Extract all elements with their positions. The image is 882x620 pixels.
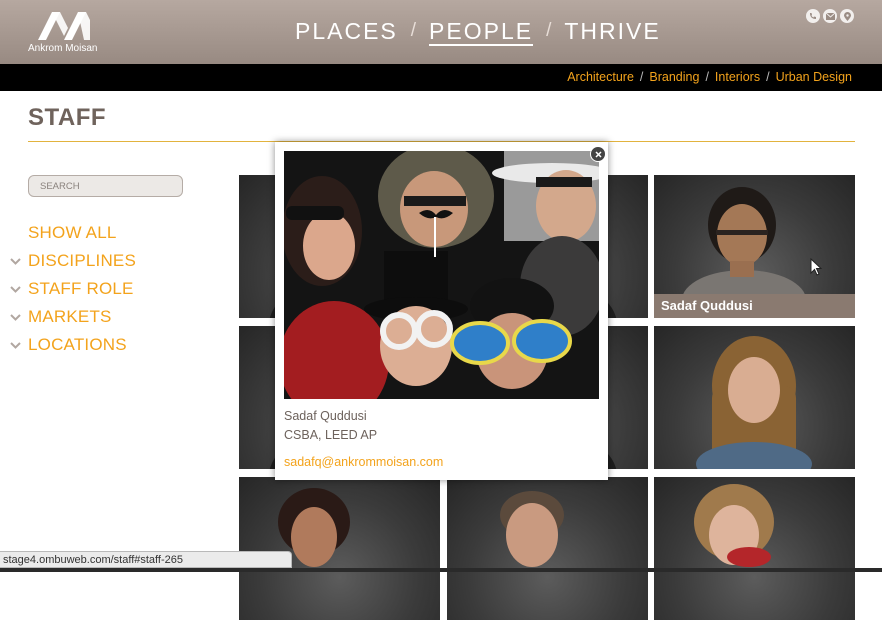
social-links: [806, 9, 854, 23]
filter-label: STAFF ROLE: [28, 279, 134, 298]
discipline-nav: Architecture / Branding / Interiors / Ur…: [0, 64, 882, 91]
staff-tile[interactable]: [447, 477, 648, 620]
nav-separator: /: [546, 20, 552, 41]
mouse-cursor-icon: [810, 258, 823, 276]
phone-icon[interactable]: [806, 9, 820, 23]
staff-photo: [696, 336, 812, 469]
subnav-branding[interactable]: Branding: [649, 70, 699, 84]
nav-places[interactable]: PLACES: [295, 18, 398, 44]
site-header: Ankrom Moisan PLACES / PEOPLE / THRIVE: [0, 0, 882, 64]
filter-label: DISCIPLINES: [28, 251, 137, 270]
search-input[interactable]: [28, 175, 183, 197]
subnav-architecture[interactable]: Architecture: [567, 70, 634, 84]
filter-label: LOCATIONS: [28, 335, 127, 354]
staff-photo: [278, 488, 350, 567]
filter-label: MARKETS: [28, 307, 112, 326]
main-nav: PLACES / PEOPLE / THRIVE: [295, 18, 661, 48]
staff-name-label: Sadaf Quddusi: [654, 294, 855, 318]
subnav-interiors[interactable]: Interiors: [715, 70, 760, 84]
logo-mark-icon: [38, 12, 90, 40]
chevron-down-icon: [10, 285, 28, 293]
filter-markets[interactable]: MARKETS: [10, 303, 136, 331]
staff-tile-sadaf-quddusi[interactable]: Sadaf Quddusi: [654, 175, 855, 318]
window-bottom-edge: [0, 568, 882, 572]
staff-tile[interactable]: [654, 477, 855, 620]
mail-icon[interactable]: [823, 9, 837, 23]
subnav-urban-design[interactable]: Urban Design: [776, 70, 852, 84]
filter-menu: SHOW ALL DISCIPLINES STAFF ROLE MARKETS …: [10, 219, 136, 359]
staff-name: Sadaf Quddusi: [284, 409, 367, 423]
page-title: STAFF: [28, 104, 107, 131]
browser-status-bar: stage4.ombuweb.com/staff#staff-265: [0, 551, 292, 568]
logo-text: Ankrom Moisan: [28, 43, 98, 54]
staff-fun-photo: [284, 151, 599, 399]
staff-email-link[interactable]: sadafq@ankrommoisan.com: [284, 455, 443, 469]
filter-label: SHOW ALL: [28, 223, 117, 242]
filter-disciplines[interactable]: DISCIPLINES: [10, 247, 136, 275]
staff-tile[interactable]: [654, 326, 855, 469]
nav-thrive[interactable]: THRIVE: [564, 18, 660, 44]
subnav-separator: /: [766, 70, 770, 84]
chevron-down-icon: [10, 313, 28, 321]
subnav-separator: /: [705, 70, 709, 84]
chevron-down-icon: [10, 257, 28, 265]
staff-photo: [500, 491, 564, 567]
staff-photo: [694, 484, 774, 567]
staff-detail-popup: Sadaf Quddusi CSBA, LEED AP sadafq@ankro…: [275, 142, 608, 480]
logo[interactable]: Ankrom Moisan: [28, 8, 102, 56]
filter-locations[interactable]: LOCATIONS: [10, 331, 136, 359]
subnav-separator: /: [639, 70, 644, 84]
filter-staff-role[interactable]: STAFF ROLE: [10, 275, 136, 303]
nav-separator: /: [410, 20, 417, 41]
chevron-down-icon: [10, 341, 28, 349]
location-pin-icon[interactable]: [840, 9, 854, 23]
nav-people[interactable]: PEOPLE: [429, 18, 534, 46]
filter-show-all[interactable]: SHOW ALL: [10, 219, 136, 247]
close-icon[interactable]: [590, 146, 606, 162]
staff-tile[interactable]: [239, 477, 440, 620]
staff-credentials: CSBA, LEED AP: [284, 428, 378, 442]
